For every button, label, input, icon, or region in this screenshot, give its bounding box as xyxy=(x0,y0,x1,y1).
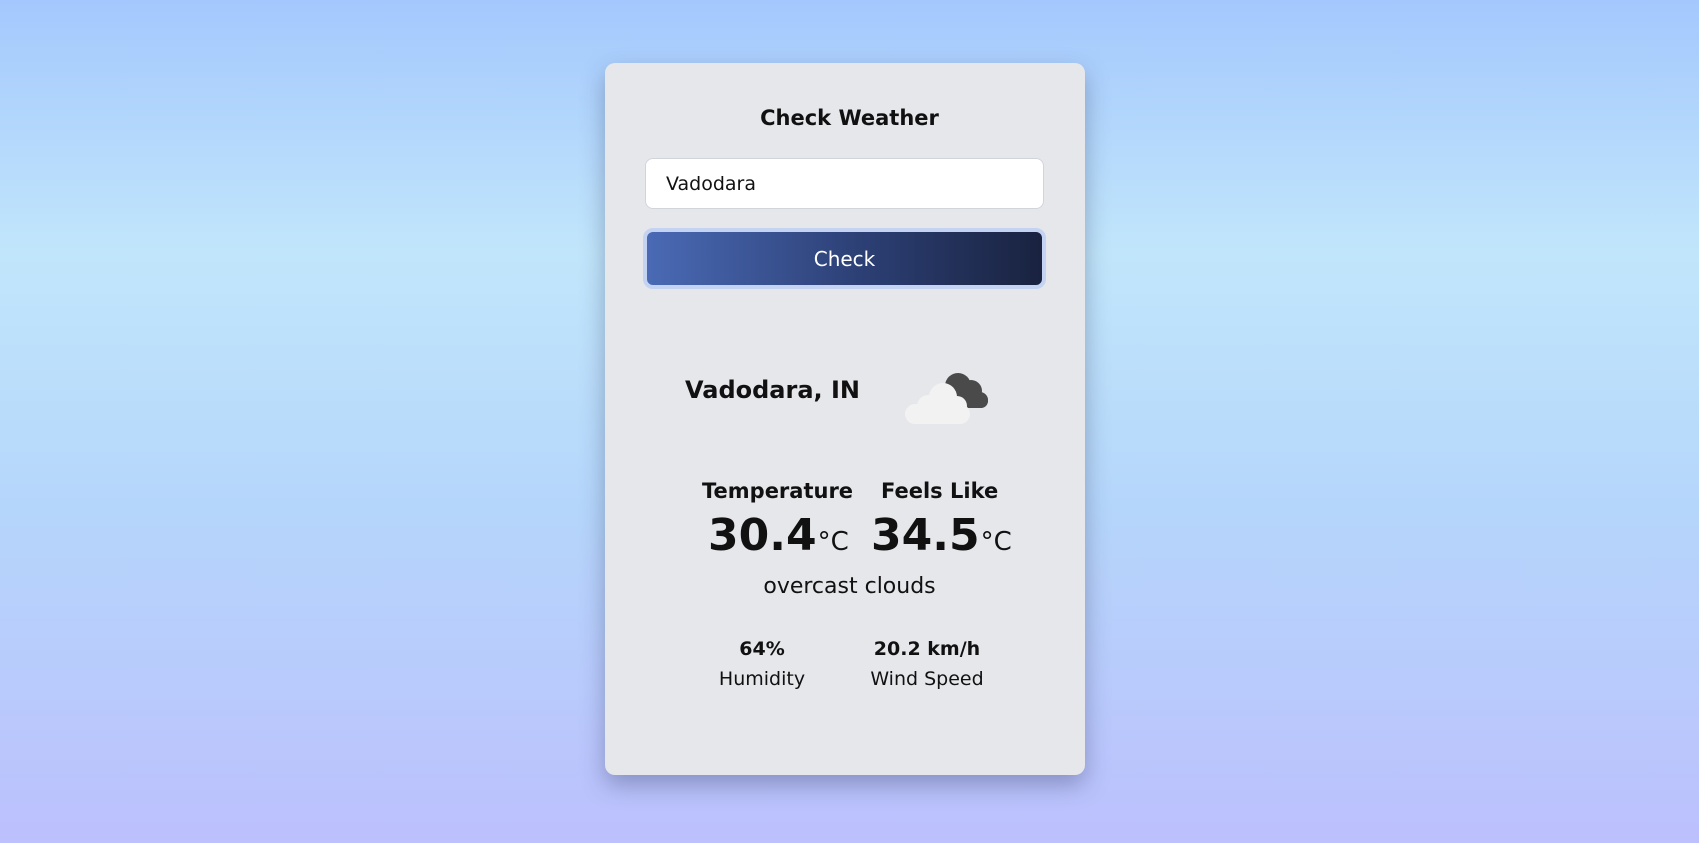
temperature-number: 30.4 xyxy=(708,510,817,561)
temperature-unit: °C xyxy=(817,527,849,557)
overcast-clouds-icon xyxy=(905,373,988,424)
humidity-label: Humidity xyxy=(718,668,806,690)
feels-like-label: Feels Like xyxy=(881,479,999,503)
feels-like-number: 34.5 xyxy=(871,510,980,561)
humidity-stat: 64% Humidity xyxy=(718,638,806,690)
location-name: Vadodara, IN xyxy=(685,376,861,404)
wind-speed-label: Wind Speed xyxy=(870,668,984,690)
temperature-label: Temperature xyxy=(702,479,854,503)
feels-like-value: 34.5 °C xyxy=(871,510,1012,561)
wind-speed-value: 20.2 km/h xyxy=(873,638,981,660)
weather-description: overcast clouds xyxy=(763,574,936,599)
wind-speed-stat: 20.2 km/h Wind Speed xyxy=(866,638,988,690)
temperature-value: 30.4 °C xyxy=(708,510,849,561)
humidity-value: 64% xyxy=(739,638,785,660)
card-title: Check Weather xyxy=(760,106,939,130)
city-input[interactable] xyxy=(645,158,1044,209)
check-button[interactable]: Check xyxy=(643,228,1046,289)
feels-like-unit: °C xyxy=(980,527,1012,557)
